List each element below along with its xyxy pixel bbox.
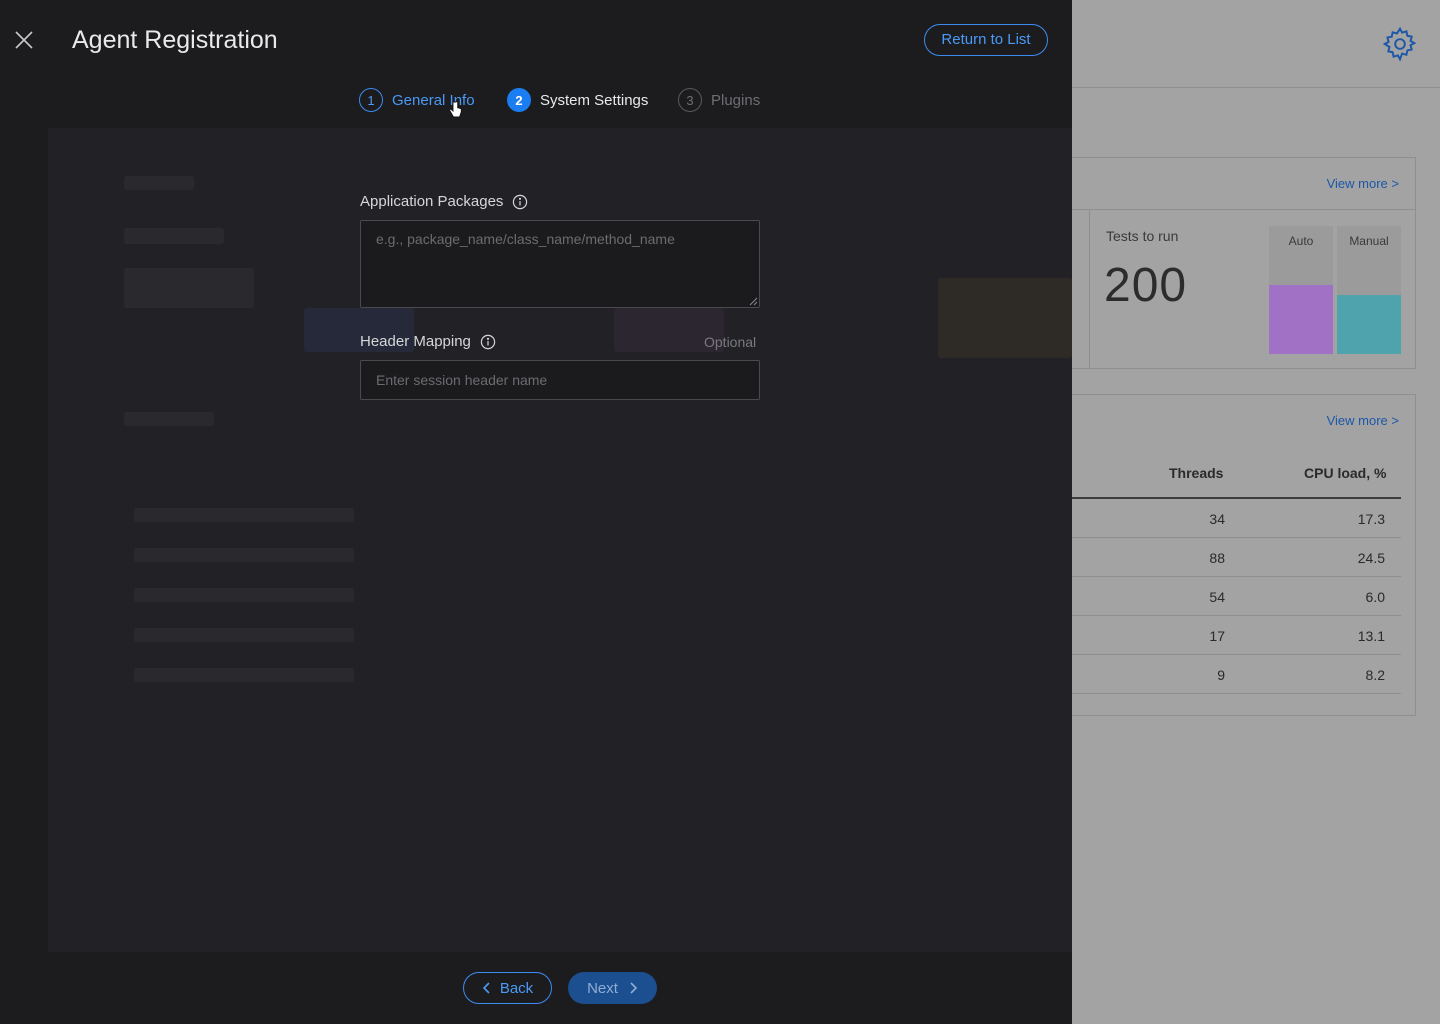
hand-cursor-icon xyxy=(449,100,462,118)
tests-to-run-value: 200 xyxy=(1104,259,1188,312)
info-icon[interactable] xyxy=(480,334,496,350)
table-header-row: Threads CPU load, % xyxy=(1041,455,1401,499)
manual-bar-fill xyxy=(1337,295,1401,354)
threads-cell: 9 xyxy=(1217,667,1225,683)
table-row: 88 24.5 xyxy=(1041,538,1401,577)
manual-bar: Manual xyxy=(1337,226,1401,354)
gear-icon[interactable] xyxy=(1382,26,1418,62)
back-button-label: Back xyxy=(499,979,534,997)
blurred-placeholder xyxy=(124,268,254,308)
table-row: 34 17.3 xyxy=(1041,499,1401,538)
column-header-threads[interactable]: Threads xyxy=(1169,465,1223,481)
tests-to-run-label: Tests to run xyxy=(1106,228,1179,244)
info-icon[interactable] xyxy=(512,194,528,210)
close-icon[interactable] xyxy=(12,28,36,52)
application-packages-input[interactable] xyxy=(360,220,760,308)
header-mapping-label-text: Header Mapping xyxy=(360,333,471,350)
back-button[interactable]: Back xyxy=(463,972,552,1004)
application-packages-label-text: Application Packages xyxy=(360,193,504,210)
step-number: 1 xyxy=(359,88,383,112)
manual-bar-label: Manual xyxy=(1349,234,1389,248)
auto-bar-fill xyxy=(1269,285,1333,354)
blurred-placeholder xyxy=(134,668,354,682)
column-header-cpu-load[interactable]: CPU load, % xyxy=(1304,465,1386,481)
tests-card: View more > Tests to run 200 Auto Manual xyxy=(1040,157,1416,369)
cpu-load-cell: 8.2 xyxy=(1365,667,1385,683)
step-system-settings[interactable]: 2 System Settings xyxy=(507,88,648,112)
cpu-load-cell: 24.5 xyxy=(1357,550,1385,566)
tests-card-header: View more > xyxy=(1041,158,1415,210)
blurred-placeholder xyxy=(938,278,1072,358)
step-label: System Settings xyxy=(540,91,649,109)
blurred-placeholder xyxy=(134,588,354,602)
agents-table-header: View more > xyxy=(1041,395,1415,447)
table-row: 9 8.2 xyxy=(1041,655,1401,694)
blurred-placeholder xyxy=(134,508,354,522)
threads-cell: 17 xyxy=(1209,628,1225,644)
cpu-load-cell: 6.0 xyxy=(1365,589,1385,605)
threads-cell: 34 xyxy=(1209,511,1225,527)
blurred-placeholder xyxy=(124,176,194,190)
agent-registration-modal: Agent Registration Return to List 1 Gene… xyxy=(0,0,1072,1024)
auto-bar-label: Auto xyxy=(1288,234,1314,248)
header-mapping-label: Header Mapping xyxy=(360,333,496,350)
optional-tag: Optional xyxy=(704,334,757,350)
header-mapping-input[interactable] xyxy=(360,360,760,400)
auto-bar: Auto xyxy=(1269,226,1333,354)
application-packages-label: Application Packages xyxy=(360,193,528,210)
table-row: 54 6.0 xyxy=(1041,577,1401,616)
blurred-placeholder xyxy=(124,412,214,426)
next-button[interactable]: Next xyxy=(568,972,657,1004)
resize-grip-icon[interactable] xyxy=(748,296,758,306)
cpu-load-cell: 17.3 xyxy=(1357,511,1385,527)
blurred-placeholder xyxy=(124,228,224,244)
chevron-left-icon xyxy=(482,982,490,994)
modal-title: Agent Registration xyxy=(72,26,278,54)
agents-table-card: View more > Threads CPU load, % 34 17.3 … xyxy=(1040,394,1416,716)
blurred-placeholder xyxy=(134,548,354,562)
tests-to-run-box: Tests to run 200 Auto Manual xyxy=(1089,210,1417,369)
next-button-label: Next xyxy=(587,979,618,997)
step-number: 2 xyxy=(507,88,531,112)
return-to-list-button[interactable]: Return to List xyxy=(924,24,1048,56)
blurred-placeholder xyxy=(134,628,354,642)
table-row: 17 13.1 xyxy=(1041,616,1401,655)
chevron-right-icon xyxy=(630,982,638,994)
threads-cell: 54 xyxy=(1209,589,1225,605)
view-more-link[interactable]: View more > xyxy=(1327,413,1399,428)
threads-cell: 88 xyxy=(1209,550,1225,566)
step-plugins[interactable]: 3 Plugins xyxy=(678,88,760,112)
step-label: Plugins xyxy=(711,91,761,109)
step-number: 3 xyxy=(678,88,702,112)
view-more-link[interactable]: View more > xyxy=(1327,176,1399,191)
cpu-load-cell: 13.1 xyxy=(1357,628,1385,644)
